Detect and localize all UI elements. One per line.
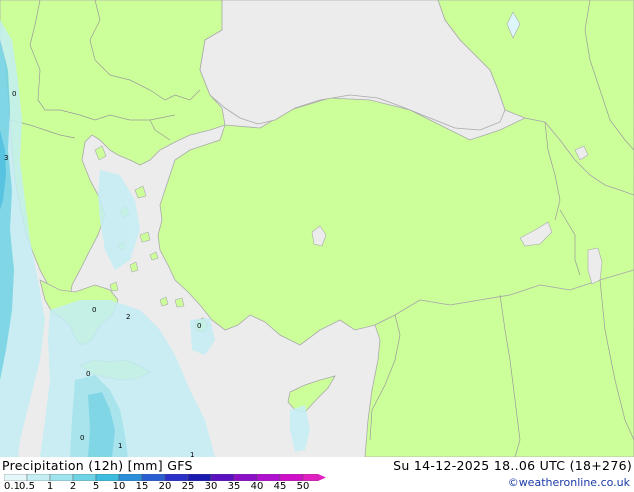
scale-swatch (4, 474, 28, 481)
precipitation-map: 0 3 0 2 0 0 0 1 1 (0, 0, 634, 457)
scale-swatch (302, 474, 319, 481)
scale-swatch (279, 474, 304, 481)
scale-tick-label: 0.5 (19, 481, 35, 492)
scale-swatch (187, 474, 212, 481)
scale-tick-label: 35 (227, 481, 241, 492)
scale-tick-label: 0.1 (4, 481, 20, 492)
scale-tick-label: 15 (135, 481, 149, 492)
color-scale (4, 474, 326, 481)
scale-swatch (118, 474, 143, 481)
scale-swatch (72, 474, 97, 481)
point-label: 0 (86, 370, 90, 378)
scale-swatch (49, 474, 74, 481)
scale-swatch (95, 474, 120, 481)
scale-tick-label: 2 (69, 481, 77, 492)
scale-tick-label: 20 (158, 481, 172, 492)
scale-tick-label: 30 (204, 481, 218, 492)
point-label: 1 (118, 442, 122, 450)
scale-swatch (26, 474, 51, 481)
map-canvas: 0 3 0 2 0 0 0 1 1 (0, 0, 634, 457)
scale-tick-label: 10 (112, 481, 126, 492)
point-label: 0 (12, 90, 16, 98)
point-label: 0 (92, 306, 96, 314)
point-label: 0 (80, 434, 84, 442)
map-title: Precipitation (12h) [mm] GFS (2, 458, 193, 473)
scale-arrow-icon (318, 474, 326, 481)
scale-swatch (233, 474, 258, 481)
scale-tick-label: 50 (296, 481, 310, 492)
scale-tick-label: 40 (250, 481, 264, 492)
legend-bar: Precipitation (12h) [mm] GFS Su 14-12-20… (0, 457, 634, 492)
forecast-datetime: Su 14-12-2025 18..06 UTC (18+276) (393, 458, 632, 473)
point-label: 2 (126, 313, 130, 321)
scale-swatch (256, 474, 281, 481)
scale-swatch (141, 474, 166, 481)
scale-tick-label: 5 (92, 481, 100, 492)
scale-swatch (164, 474, 189, 481)
scale-swatch (210, 474, 235, 481)
scale-tick-label: 25 (181, 481, 195, 492)
scale-tick-label: 1 (46, 481, 54, 492)
point-label: 0 (197, 322, 201, 330)
credit-link[interactable]: ©weatheronline.co.uk (508, 476, 630, 489)
scale-tick-label: 45 (273, 481, 287, 492)
point-label: 3 (4, 154, 8, 162)
